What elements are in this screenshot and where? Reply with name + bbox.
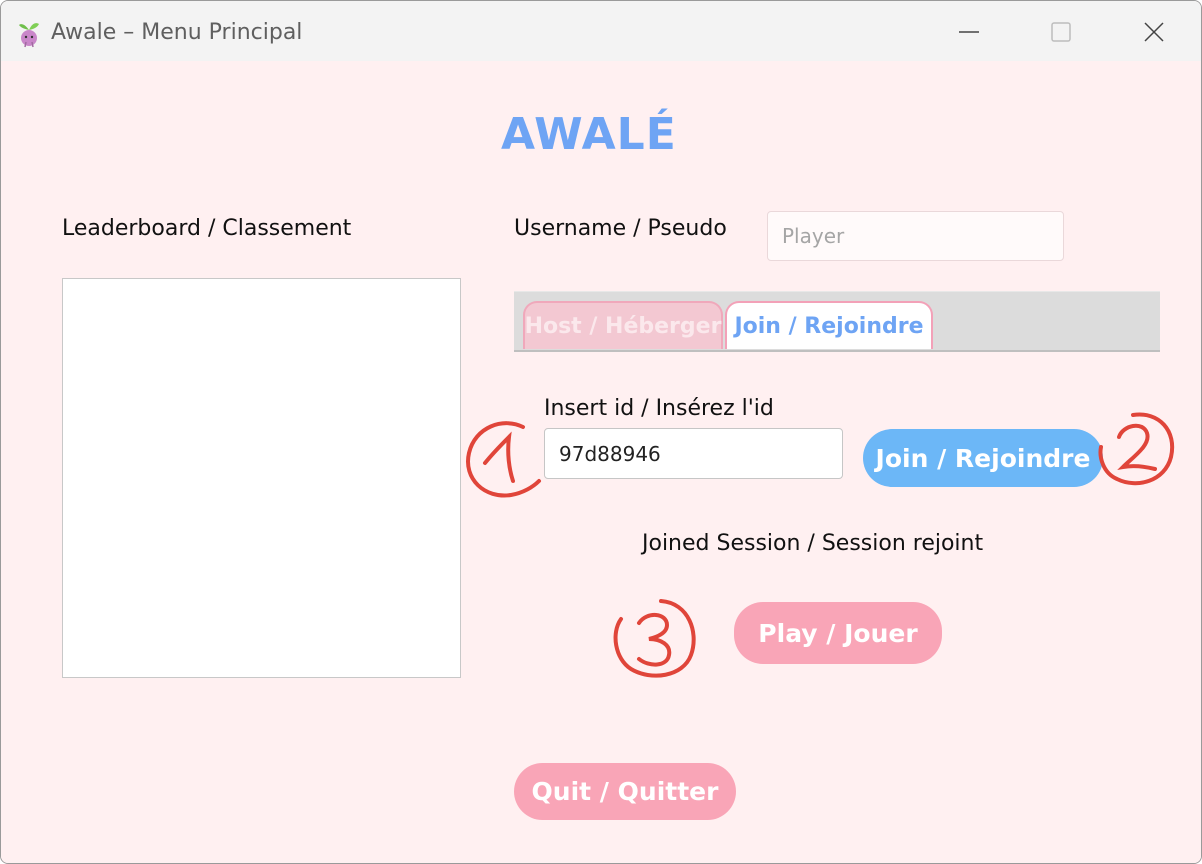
close-icon[interactable] xyxy=(1131,9,1177,55)
quit-button[interactable]: Quit / Quitter xyxy=(514,763,736,820)
app-title: AWALÉ xyxy=(501,109,677,160)
session-id-input[interactable] xyxy=(544,428,843,479)
username-label: Username / Pseudo xyxy=(514,216,727,241)
app-window: Awale – Menu Principal AWALÉ Leaderboard… xyxy=(0,0,1202,864)
join-button[interactable]: Join / Rejoindre xyxy=(863,429,1103,487)
insert-id-label: Insert id / Insérez l'id xyxy=(544,396,774,421)
tab-host[interactable]: Host / Héberger xyxy=(523,301,723,349)
annotation-circle-2: 2 xyxy=(1097,407,1175,486)
maximize-icon[interactable] xyxy=(1038,9,1084,55)
play-button[interactable]: Play / Jouer xyxy=(734,602,942,664)
seedling-app-icon xyxy=(19,23,39,48)
annotation-circle-1: 1 xyxy=(463,413,541,498)
window-title: Awale – Menu Principal xyxy=(51,20,303,45)
mode-tab-bar: Host / Héberger Join / Rejoindre xyxy=(514,291,1160,352)
leaderboard-list[interactable] xyxy=(62,278,461,678)
minimize-icon[interactable] xyxy=(946,9,992,55)
annotation-number-1: 1 xyxy=(463,413,464,414)
username-input[interactable] xyxy=(767,211,1064,261)
tab-join[interactable]: Join / Rejoindre xyxy=(725,301,933,349)
session-status-label: Joined Session / Session rejoint xyxy=(642,531,984,556)
annotation-number-2: 2 xyxy=(1097,407,1098,408)
annotation-circle-3: 3 xyxy=(611,593,696,678)
title-bar[interactable]: Awale – Menu Principal xyxy=(1,1,1201,61)
leaderboard-label: Leaderboard / Classement xyxy=(62,216,352,241)
annotation-number-3: 3 xyxy=(611,593,612,594)
